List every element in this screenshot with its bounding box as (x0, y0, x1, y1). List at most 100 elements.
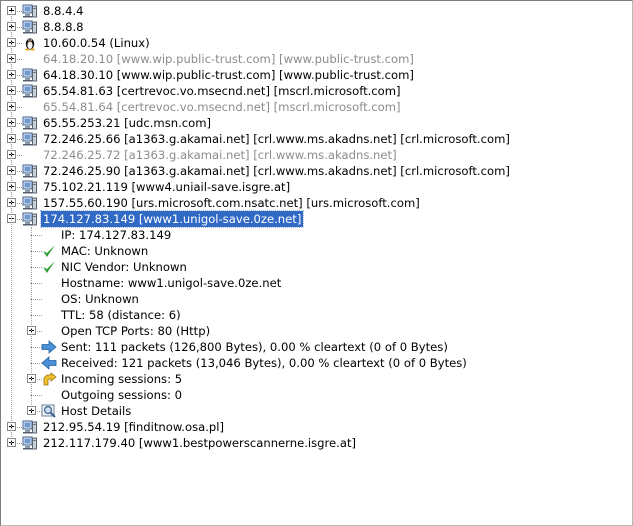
host-node-65-55-253-21-udc-msn-com[interactable]: 65.55.253.21 [udc.msn.com] (1, 115, 632, 131)
host-node-72-246-25-72-a1363-g-akamai-net-crl-www-[interactable]: 72.246.25.72 [a1363.g.akamai.net] [crl.w… (1, 147, 632, 163)
tree-node-label: 174.127.83.149 [www1.unigol-save.0ze.net… (39, 210, 305, 228)
host-node-10-60-0-54-linux[interactable]: 10.60.0.54 (Linux) (1, 35, 632, 51)
tree-node-label: 65.54.81.64 [certrevoc.vo.msecnd.net] [m… (43, 100, 401, 114)
tree-node-label: Open TCP Ports: 80 (Http) (61, 324, 211, 338)
computer-icon (22, 436, 37, 450)
host-detail-received-121-packets-13-046-bytes-0-00-c[interactable]: Received: 121 packets (13,046 Bytes), 0.… (1, 355, 632, 371)
tree-node-label: MAC: Unknown (61, 244, 149, 258)
computer-icon (22, 211, 38, 227)
host-detail-open-tcp-ports-80-http[interactable]: Open TCP Ports: 80 (Http) (1, 323, 632, 339)
tree-node-label: NIC Vendor: Unknown (61, 260, 187, 274)
host-node-65-54-81-63-certrevoc-vo-msecnd-net-mscr[interactable]: 65.54.81.63 [certrevoc.vo.msecnd.net] [m… (1, 83, 632, 99)
computer-icon (22, 67, 38, 83)
tree-node-label: 212.117.179.40 [www1.bestpowerscannerne.… (43, 436, 357, 450)
computer-icon (22, 420, 37, 434)
tree-node-label: TTL: 58 (distance: 6) (61, 308, 181, 322)
computer-icon (22, 20, 37, 34)
tree-root-connector (11, 11, 12, 443)
arrow-right-icon (41, 340, 57, 354)
host-detail-outgoing-sessions-0[interactable]: Outgoing sessions: 0 (1, 387, 632, 403)
computer-icon (22, 4, 37, 18)
magnifier-icon (41, 403, 57, 419)
host-node-75-102-21-119-www4-uniail-save-isgre-at[interactable]: 75.102.21.119 [www4.uniail-save.isgre.at… (1, 179, 632, 195)
computer-icon (22, 195, 38, 211)
tree-node-label: OS: Unknown (61, 292, 139, 306)
host-detail-nic-vendor-unknown[interactable]: NIC Vendor: Unknown (1, 259, 632, 275)
computer-icon (22, 132, 37, 146)
green-check-icon (43, 261, 55, 273)
tree-node-label: 75.102.21.119 [www4.uniail-save.isgre.at… (43, 180, 291, 194)
host-detail-incoming-sessions-5[interactable]: Incoming sessions: 5 (1, 371, 632, 387)
host-detail-os-unknown[interactable]: OS: Unknown (1, 291, 632, 307)
arrow-left-icon (41, 355, 57, 371)
tree-node-label: 10.60.0.54 (Linux) (43, 36, 150, 50)
tree-node-label: Sent: 111 packets (126,800 Bytes), 0.00 … (61, 340, 448, 354)
host-node-212-117-179-40-www1-bestpowerscannerne-i[interactable]: 212.117.179.40 [www1.bestpowerscannerne.… (1, 435, 632, 451)
host-node-72-246-25-66-a1363-g-akamai-net-crl-www-[interactable]: 72.246.25.66 [a1363.g.akamai.net] [crl.w… (1, 131, 632, 147)
host-detail-ttl-58-distance-6[interactable]: TTL: 58 (distance: 6) (1, 307, 632, 323)
tree-node-label: 8.8.8.8 (43, 20, 84, 34)
tree-node-label: Outgoing sessions: 0 (61, 388, 183, 402)
incoming-session-icon (41, 371, 57, 387)
host-node-212-95-54-19-finditnow-osa-pl[interactable]: 212.95.54.19 [finditnow.osa.pl] (1, 419, 632, 435)
tree-node-label: 157.55.60.190 [urs.microsoft.com.nsatc.n… (43, 196, 420, 210)
tree-connector-line (17, 59, 22, 60)
tree-node-label: 65.54.81.63 [certrevoc.vo.msecnd.net] [m… (43, 84, 401, 98)
arrow-right-icon (41, 339, 57, 355)
host-node-64-18-30-10-www-wip-public-trust-com-www[interactable]: 64.18.30.10 [www.wip.public-trust.com] [… (1, 67, 632, 83)
computer-icon (22, 19, 38, 35)
tree-node-label: 8.8.4.4 (43, 4, 84, 18)
green-check-icon (41, 259, 57, 275)
host-node-selected[interactable]: 174.127.83.149 [www1.unigol-save.0ze.net… (1, 210, 632, 228)
computer-icon (22, 3, 38, 19)
tree-connector-line (17, 107, 22, 108)
tree-node-label: 64.18.20.10 [www.wip.public-trust.com] [… (43, 52, 414, 66)
host-tree: 8.8.4.4 8.8.8.8 10.60.0.54 (Linux) 64.18.20… (1, 3, 632, 451)
host-detail-mac-unknown[interactable]: MAC: Unknown (1, 243, 632, 259)
arrow-left-icon (41, 356, 57, 370)
computer-icon (22, 419, 38, 435)
host-node-65-54-81-64-certrevoc-vo-msecnd-net-mscr[interactable]: 65.54.81.64 [certrevoc.vo.msecnd.net] [m… (1, 99, 632, 115)
host-detail-host-details[interactable]: Host Details (1, 403, 632, 419)
host-tree-panel[interactable]: 8.8.4.4 8.8.8.8 10.60.0.54 (Linux) 64.18.20… (0, 0, 633, 526)
computer-icon (22, 435, 38, 451)
tree-node-label: 72.246.25.72 [a1363.g.akamai.net] [crl.w… (43, 148, 397, 162)
host-detail-sent-111-packets-126-800-bytes-0-00-clea[interactable]: Sent: 111 packets (126,800 Bytes), 0.00 … (1, 339, 632, 355)
host-node-8-8-4-4[interactable]: 8.8.4.4 (1, 3, 632, 19)
tree-node-label: 72.246.25.90 [a1363.g.akamai.net] [crl.w… (43, 164, 510, 178)
host-node-72-246-25-90-a1363-g-akamai-net-crl-www-[interactable]: 72.246.25.90 [a1363.g.akamai.net] [crl.w… (1, 163, 632, 179)
tree-node-label: Hostname: www1.unigol-save.0ze.net (61, 276, 282, 290)
incoming-session-icon (43, 372, 57, 386)
computer-icon (22, 179, 38, 195)
computer-icon (22, 163, 38, 179)
green-check-icon (43, 245, 55, 257)
computer-icon (22, 180, 37, 194)
tree-connector-line (17, 155, 22, 156)
host-detail-hostname-www1-unigol-save-0ze-net[interactable]: Hostname: www1.unigol-save.0ze.net (1, 275, 632, 291)
green-check-icon (41, 243, 57, 259)
computer-icon (22, 131, 38, 147)
tree-node-label: Host Details (61, 404, 132, 418)
host-node-8-8-8-8[interactable]: 8.8.8.8 (1, 19, 632, 35)
tree-node-label: Incoming sessions: 5 (61, 372, 183, 386)
host-detail-ip-174-127-83-149[interactable]: IP: 174.127.83.149 (1, 227, 632, 243)
linux-penguin-icon (25, 38, 35, 51)
computer-icon (22, 83, 38, 99)
linux-penguin-icon (22, 35, 38, 51)
host-node-157-55-60-190-urs-microsoft-com-nsatc-ne[interactable]: 157.55.60.190 [urs.microsoft.com.nsatc.n… (1, 195, 632, 211)
computer-icon (22, 212, 37, 226)
computer-icon (22, 196, 37, 210)
tree-node-label: 64.18.30.10 [www.wip.public-trust.com] [… (43, 68, 414, 82)
computer-icon (22, 68, 37, 82)
host-node-64-18-20-10-www-wip-public-trust-com-www[interactable]: 64.18.20.10 [www.wip.public-trust.com] [… (1, 51, 632, 67)
computer-icon (22, 164, 37, 178)
magnifier-icon (41, 404, 56, 418)
tree-child-connector (31, 227, 32, 411)
computer-icon (22, 116, 37, 130)
computer-icon (22, 84, 37, 98)
tree-node-label: IP: 174.127.83.149 (61, 228, 172, 242)
tree-node-label: Received: 121 packets (13,046 Bytes), 0.… (61, 356, 467, 370)
computer-icon (22, 115, 38, 131)
tree-node-label: 72.246.25.66 [a1363.g.akamai.net] [crl.w… (43, 132, 510, 146)
tree-node-label: 65.55.253.21 [udc.msn.com] (43, 116, 212, 130)
